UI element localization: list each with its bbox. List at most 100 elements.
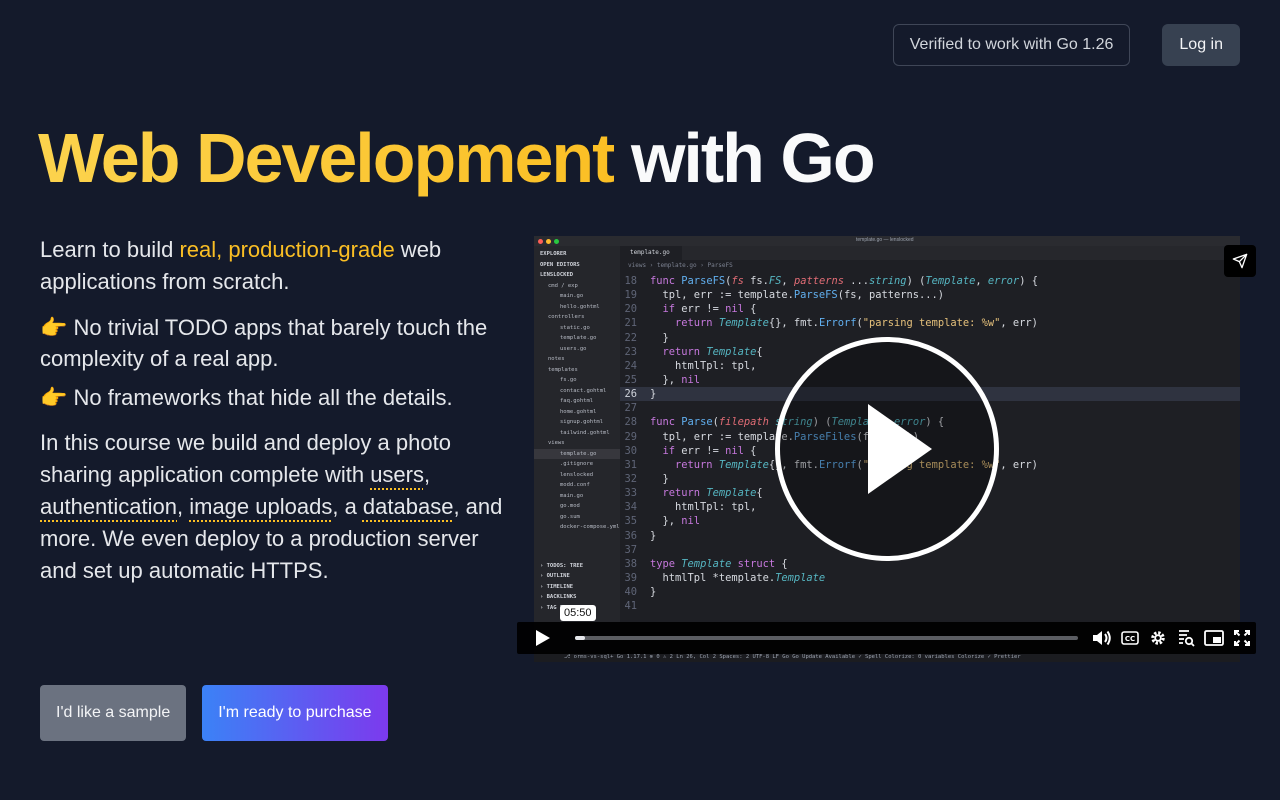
explorer-item[interactable]: template.go — [534, 448, 620, 459]
sep: , — [177, 494, 190, 519]
explorer-item[interactable]: fs.go — [540, 375, 620, 386]
picture-in-picture-icon — [1204, 630, 1224, 646]
sep: , a — [332, 494, 363, 519]
explorer-item[interactable]: notes — [540, 354, 620, 365]
explorer-item[interactable]: .gitignore — [540, 459, 620, 470]
line-number: 40 — [624, 586, 637, 599]
line-number: 21 — [624, 317, 637, 330]
transcript-button[interactable] — [1172, 622, 1200, 654]
code-line: 38 type Template struct { — [620, 557, 1240, 571]
explorer-section[interactable]: › BACKLINKS — [540, 592, 620, 603]
code-text: htmlTpl: tpl, — [650, 359, 757, 372]
explorer-item[interactable]: docker-compose.yml — [540, 522, 620, 533]
settings-button[interactable] — [1144, 622, 1172, 654]
feature-users[interactable]: users — [370, 462, 424, 487]
explorer-item[interactable]: lenslocked — [540, 470, 620, 481]
explorer-item[interactable]: contact.gohtml — [540, 386, 620, 397]
progress-bar[interactable] — [575, 636, 1078, 640]
code-text: tpl, err := template.ParseFS(fs, pattern… — [650, 289, 945, 302]
minimize-dot-icon — [546, 239, 551, 244]
volume-button[interactable] — [1088, 622, 1116, 654]
code-text: if err != nil { — [662, 303, 757, 316]
line-number: 18 — [624, 275, 637, 287]
volume-icon — [1093, 630, 1111, 646]
video-controls: 05:50 CC — [517, 605, 1256, 654]
code-text: type Template struct { — [650, 557, 788, 570]
editor-tabs: template.go — [620, 246, 1240, 260]
explorer-item[interactable]: signup.gohtml — [540, 417, 620, 428]
editor-tab: template.go — [620, 246, 682, 260]
video-player[interactable]: template.go — lenslocked EXPLORER OPEN ED… — [517, 236, 1256, 662]
code-text: }, nil — [650, 373, 701, 386]
code-line: 21 return Template{}, fmt.Errorf("parsin… — [620, 316, 1240, 330]
explorer-item[interactable]: tailwind.gohtml — [540, 428, 620, 439]
code-line: 18 func ParseFS(fs fs.FS, patterns ...str… — [620, 274, 1240, 288]
maximize-dot-icon — [554, 239, 559, 244]
explorer-item[interactable]: template.go — [540, 333, 620, 344]
line-number: 34 — [624, 501, 637, 514]
progress-fill — [575, 636, 586, 640]
play-pause-button[interactable] — [517, 622, 569, 654]
explorer-item[interactable]: views — [540, 438, 620, 449]
explorer-section[interactable]: › OUTLINE — [540, 571, 620, 582]
line-number: 41 — [624, 600, 637, 613]
page-title-accent: Web Development — [38, 119, 615, 197]
code-text: return Template{}, fmt.Errorf("parsing t… — [675, 317, 1038, 330]
big-play-button[interactable] — [775, 337, 999, 561]
line-number: 37 — [624, 543, 637, 556]
share-button[interactable] — [1224, 245, 1256, 277]
explorer-item[interactable]: hello.gohtml — [540, 302, 620, 313]
explorer-item[interactable]: users.go — [540, 344, 620, 355]
page-title: Web Development with Go — [38, 118, 876, 198]
time-tooltip: 05:50 — [560, 605, 596, 621]
svg-text:CC: CC — [1125, 635, 1135, 643]
bullet-no-todo: 👉 No trivial TODO apps that barely touch… — [40, 315, 488, 371]
explorer-item[interactable]: cmd / exp — [540, 281, 620, 292]
explorer-item[interactable]: faq.gohtml — [540, 396, 620, 407]
code-line: 20 if err != nil { — [620, 302, 1240, 316]
intro-copy: Learn to build real, production-grade we… — [40, 234, 510, 601]
explorer-item[interactable]: templates — [540, 365, 620, 376]
explorer-item[interactable]: main.go — [540, 491, 620, 502]
line-number: 26 — [624, 388, 637, 401]
explorer-item[interactable]: home.gohtml — [540, 407, 620, 418]
feature-database[interactable]: database — [363, 494, 454, 519]
fullscreen-icon — [1234, 630, 1250, 646]
code-text: htmlTpl: tpl, — [650, 501, 757, 514]
explorer-item[interactable]: go.sum — [540, 512, 620, 523]
purchase-button[interactable]: I'm ready to purchase — [202, 685, 388, 741]
login-button[interactable]: Log in — [1162, 24, 1240, 66]
explorer-item[interactable]: modd.conf — [540, 480, 620, 491]
explorer-item[interactable]: main.go — [540, 291, 620, 302]
explorer-section[interactable]: › TODOS: TREE — [540, 561, 620, 572]
editor-breadcrumb: views › template.go › ParseFS — [628, 262, 733, 269]
explorer-item[interactable]: controllers — [540, 312, 620, 323]
transcript-search-icon — [1179, 630, 1195, 647]
line-number: 20 — [624, 303, 637, 316]
feature-authentication[interactable]: authentication — [40, 494, 177, 519]
code-text: } — [650, 472, 669, 485]
feature-image-uploads[interactable]: image uploads — [189, 494, 332, 519]
sep: , — [423, 462, 431, 487]
send-icon — [1232, 253, 1248, 269]
line-number: 22 — [624, 331, 637, 344]
sample-button[interactable]: I'd like a sample — [40, 685, 187, 741]
line-number: 29 — [624, 430, 637, 443]
line-number: 33 — [624, 487, 637, 500]
code-text: }, nil — [650, 515, 701, 528]
intro-text: Learn to build — [40, 237, 180, 262]
explorer-section[interactable]: › TIMELINE — [540, 582, 620, 593]
explorer-item[interactable]: static.go — [540, 323, 620, 334]
captions-button[interactable]: CC — [1116, 622, 1144, 654]
line-number: 24 — [624, 359, 637, 372]
line-number: 36 — [624, 529, 637, 542]
pip-button[interactable] — [1200, 622, 1228, 654]
fullscreen-button[interactable] — [1228, 622, 1256, 654]
go-version-badge: Verified to work with Go 1.26 — [892, 24, 1131, 66]
explorer-item[interactable]: go.mod — [540, 501, 620, 512]
code-line: 39 htmlTpl *template.Template — [620, 571, 1240, 585]
file-explorer: EXPLORER OPEN EDITORS LENSLOCKED cmd / exp m… — [534, 246, 620, 652]
gear-icon — [1151, 631, 1165, 645]
explorer-heading: LENSLOCKED — [540, 272, 574, 278]
line-number: 30 — [624, 444, 637, 457]
